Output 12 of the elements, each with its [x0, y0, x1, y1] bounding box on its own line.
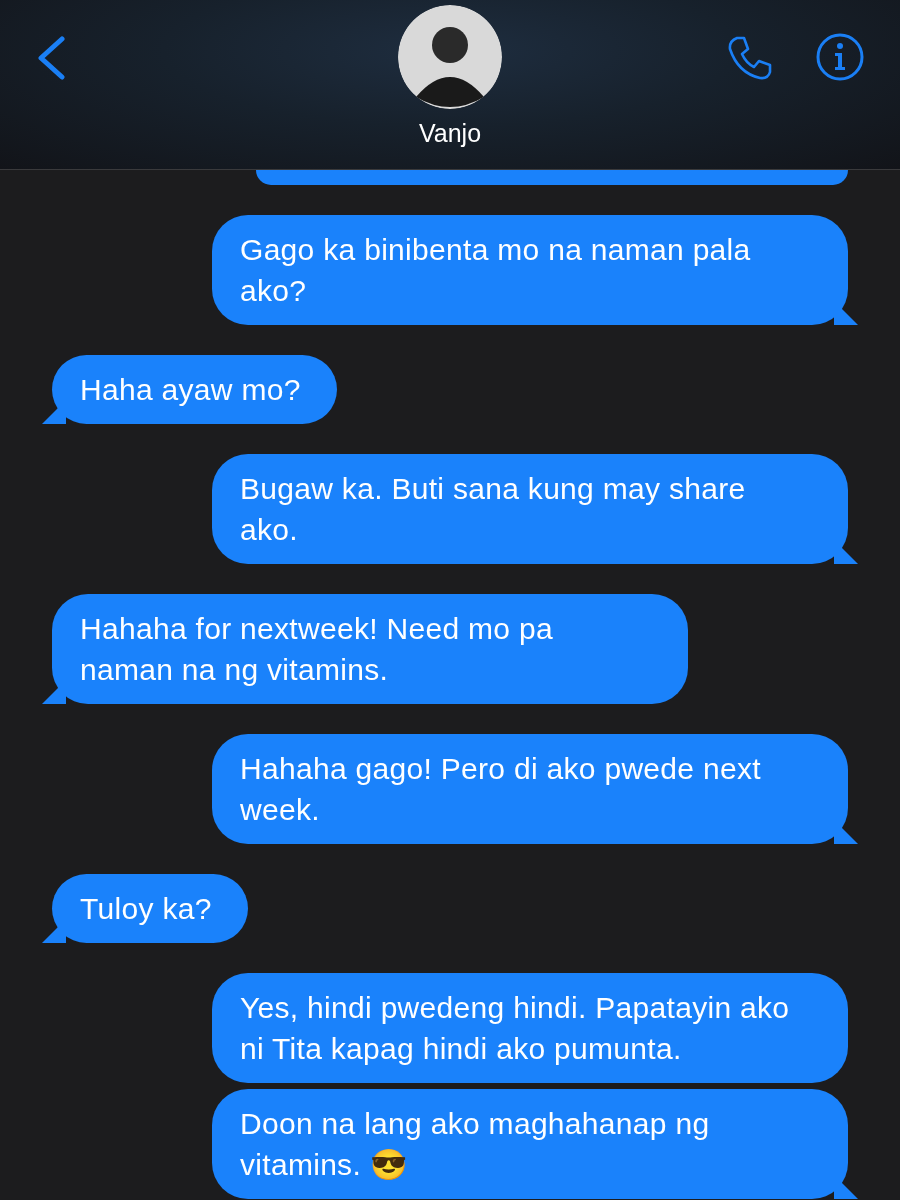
message-bubble: Hahaha gago! Pero di ako pwede next week. [212, 734, 858, 844]
message-bubble: Yes, hindi pwedeng hindi. Papatayin ako ni Tita kapag hindi ako pumunta. [212, 973, 858, 1083]
message-bubble: Tuloy ka? [42, 874, 248, 943]
avatar[interactable] [398, 5, 502, 109]
contact-name: Vanjo [418, 119, 482, 148]
message-bubble: Bugaw ka. Buti sana kung may share ako. [212, 454, 858, 564]
message-bubble: Hahaha for nextweek! Need mo pa naman na ng vitamins. [42, 594, 688, 704]
info-icon[interactable] [815, 32, 865, 82]
message-bubble: Doon na lang ako maghahanap ng vitamins. 😎 [212, 1089, 858, 1199]
back-icon[interactable] [36, 36, 66, 80]
message-bubble: Gago ka binibenta mo na naman pala ako? [212, 215, 858, 325]
message-bubble: Haha ayaw mo? [42, 355, 337, 424]
